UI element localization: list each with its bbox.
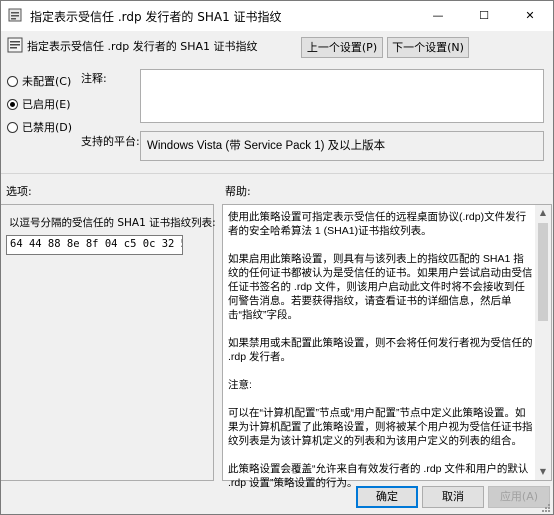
cancel-button[interactable]: 取消 xyxy=(422,486,484,508)
help-heading: 帮助: xyxy=(225,185,251,198)
maximize-icon: ☐ xyxy=(479,9,489,22)
radio-enabled[interactable]: 已启用(E) xyxy=(7,96,71,112)
help-paragraph: 可以在“计算机配置”节点或“用户配置”节点中定义此策略设置。如果为计算机配置了此… xyxy=(228,407,533,447)
thumbprint-list-label: 以逗号分隔的受信任的 SHA1 证书指纹列表: xyxy=(9,217,216,229)
section-divider xyxy=(1,173,553,174)
radio-label: 已禁用(D) xyxy=(22,121,73,134)
scrollbar-thumb[interactable] xyxy=(538,223,548,321)
radio-button-selected[interactable] xyxy=(7,99,18,110)
options-heading: 选项: xyxy=(6,185,32,198)
thumbprint-list-input[interactable]: 64 44 88 8e 8f 04 c5 0c 32 58 2f d7 5 xyxy=(6,235,183,255)
comment-label: 注释: xyxy=(81,72,107,85)
radio-label: 未配置(C) xyxy=(22,75,72,88)
radio-disabled[interactable]: 已禁用(D) xyxy=(7,119,72,135)
previous-setting-button[interactable]: 上一个设置(P) xyxy=(301,37,383,58)
radio-label: 已启用(E) xyxy=(22,98,71,111)
help-paragraph: 如果启用此策略设置，则具有与该列表上的指纹匹配的 SHA1 指纹的任何证书都被认… xyxy=(228,253,533,321)
scroll-up-arrow-icon[interactable]: ▲ xyxy=(535,205,551,221)
minimize-button[interactable]: — xyxy=(415,1,461,31)
policy-setting-icon xyxy=(7,37,23,53)
title-bar[interactable]: 指定表示受信任 .rdp 发行者的 SHA1 证书指纹 — ☐ ✕ xyxy=(1,1,553,31)
scroll-down-arrow-icon[interactable]: ▼ xyxy=(535,464,551,480)
radio-not-configured[interactable]: 未配置(C) xyxy=(7,73,71,89)
setting-title: 指定表示受信任 .rdp 发行者的 SHA1 证书指纹 xyxy=(27,40,258,53)
comment-textarea[interactable] xyxy=(140,69,544,123)
policy-dialog-window: 指定表示受信任 .rdp 发行者的 SHA1 证书指纹 — ☐ ✕ 指定表示受信… xyxy=(0,0,554,515)
close-button[interactable]: ✕ xyxy=(507,1,553,31)
supported-platform-label: 支持的平台: xyxy=(81,135,140,148)
help-paragraph: 注意: xyxy=(228,379,252,391)
radio-button-unselected[interactable] xyxy=(7,122,18,133)
radio-button-unselected[interactable] xyxy=(7,76,18,87)
policy-settings-icon xyxy=(8,8,22,22)
minimize-icon: — xyxy=(432,9,444,22)
help-paragraph: 使用此策略设置可指定表示受信任的远程桌面协议(.rdp)文件发行者的安全哈希算法… xyxy=(228,211,527,237)
help-text: 使用此策略设置可指定表示受信任的远程桌面协议(.rdp)文件发行者的安全哈希算法… xyxy=(228,210,534,504)
window-title: 指定表示受信任 .rdp 发行者的 SHA1 证书指纹 xyxy=(30,10,282,24)
help-paragraph: 如果禁用或未配置此策略设置，则不会将任何发行者视为受信任的 .rdp 发行者。 xyxy=(228,337,533,363)
maximize-button[interactable]: ☐ xyxy=(461,1,507,31)
close-icon: ✕ xyxy=(525,9,535,22)
ok-button[interactable]: 确定 xyxy=(356,486,418,508)
supported-platform-value: Windows Vista (带 Service Pack 1) 及以上版本 xyxy=(140,131,544,161)
resize-grip-icon[interactable] xyxy=(541,503,551,513)
next-setting-button[interactable]: 下一个设置(N) xyxy=(387,37,469,58)
